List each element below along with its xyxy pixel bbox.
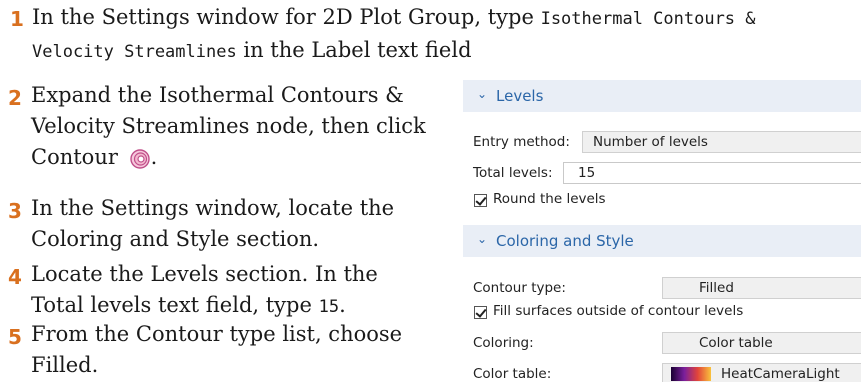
coloring-select[interactable]: Color table [662, 332, 861, 354]
levels-section-title: Levels [496, 87, 544, 105]
step-1-code-label-part2: Velocity Streamlines [32, 42, 237, 62]
step-3-text: In the Settings window, locate the Color… [31, 193, 451, 255]
round-levels-label: Round the levels [493, 191, 606, 207]
step-2-line-3: Contour [31, 145, 118, 169]
step-4-number: 4 [8, 265, 22, 289]
step-4-line-2-before: Total levels text field, type [31, 293, 319, 317]
contour-icon [129, 148, 151, 170]
step-4-line-2-after: . [339, 293, 346, 317]
round-levels-checkbox[interactable] [474, 194, 487, 207]
step-5-number: 5 [8, 325, 22, 349]
color-table-swatch [671, 367, 711, 381]
step-3-line-2: Coloring and Style section. [31, 227, 320, 251]
coloring-label: Coloring: [473, 335, 534, 351]
step-2-line-1: Expand the Isothermal Contours & [31, 83, 404, 107]
total-levels-input[interactable]: 15 [563, 162, 861, 184]
contour-type-label: Contour type: [473, 280, 566, 296]
settings-panel: ⌄ Levels Entry method: Number of levels … [463, 80, 861, 382]
color-table-select[interactable]: HeatCameraLight [662, 363, 861, 382]
entry-method-select[interactable]: Number of levels [582, 131, 861, 153]
step-4-line-1: Locate the Levels section. In the [31, 262, 378, 286]
step-1-text-before: In the Settings window for 2D Plot Group… [32, 5, 541, 29]
step-5-line-1: From the Contour type list, choose [31, 322, 403, 346]
total-levels-label: Total levels: [473, 165, 553, 181]
step-4-code-value: 15 [318, 297, 340, 317]
step-2-line-2: Velocity Streamlines node, then click [31, 114, 426, 138]
step-3-number: 3 [8, 199, 22, 223]
step-1-text: In the Settings window for 2D Plot Group… [32, 2, 861, 68]
step-1-text-after: in the Label text field [236, 38, 472, 62]
color-table-label: Color table: [473, 366, 552, 382]
entry-method-label: Entry method: [473, 134, 570, 150]
fill-outside-label: Fill surfaces outside of contour levels [493, 303, 744, 319]
chevron-down-icon: ⌄ [477, 87, 488, 101]
coloring-style-section-title: Coloring and Style [496, 232, 634, 250]
step-5-line-2: Filled. [31, 353, 99, 377]
levels-section-header[interactable]: ⌄ Levels [463, 80, 861, 112]
step-2-text: Expand the Isothermal Contours & Velocit… [31, 83, 426, 170]
step-1-code-label-part1: Isothermal Contours & [540, 9, 756, 29]
step-5-text: From the Contour type list, choose Fille… [31, 319, 451, 381]
step-2-number: 2 [8, 86, 22, 110]
chevron-down-icon: ⌄ [477, 232, 488, 246]
fill-outside-checkbox[interactable] [474, 306, 487, 319]
step-1-number: 1 [10, 7, 24, 31]
coloring-style-section-header[interactable]: ⌄ Coloring and Style [463, 225, 861, 257]
step-3-line-1: In the Settings window, locate the [31, 196, 395, 220]
color-table-value: HeatCameraLight [721, 366, 840, 382]
step-4-text: Locate the Levels section. In the Total … [31, 259, 451, 323]
contour-type-select[interactable]: Filled [662, 277, 861, 299]
